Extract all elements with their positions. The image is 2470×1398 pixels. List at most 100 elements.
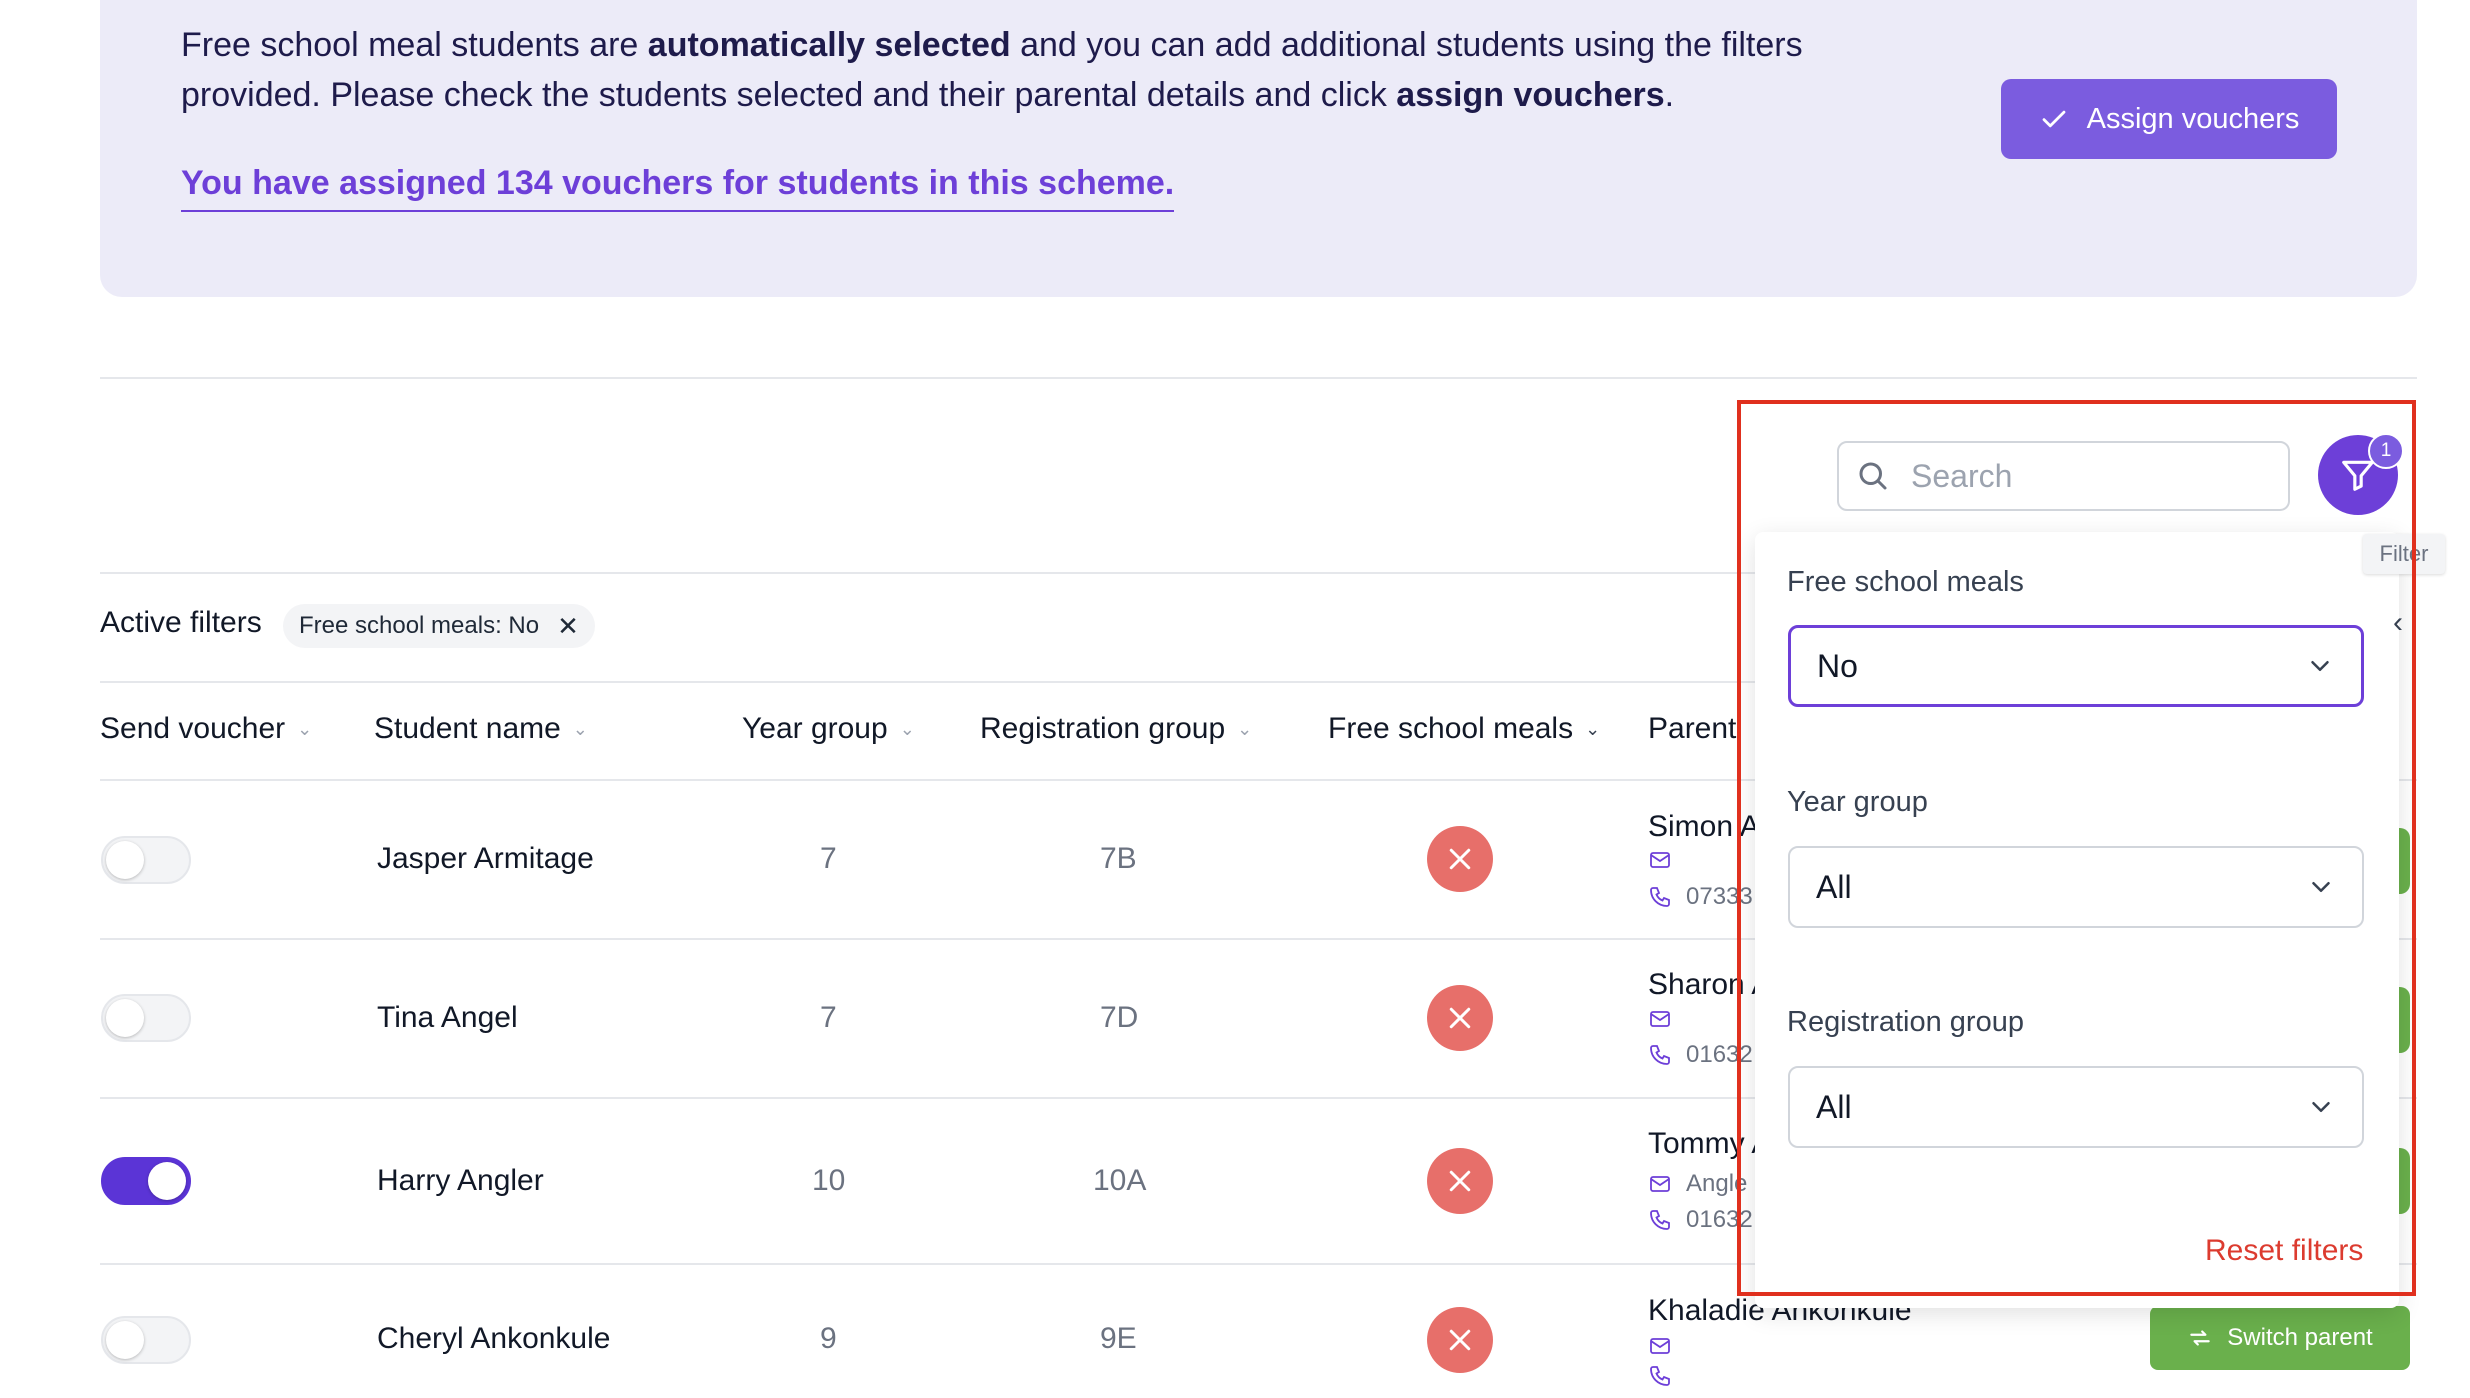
chevron-down-icon [2312,882,2330,892]
active-filter-chip: Free school meals: No ✕ [283,604,595,648]
year-group: 7 [820,1001,837,1034]
select-value: No [1817,647,1858,684]
chevron-down-icon [2312,1102,2330,1112]
col-free-school-meals[interactable]: Free school meals ⌄ [1328,712,1600,746]
parent-email[interactable] [1648,848,1686,872]
parent-email[interactable]: Angle [1648,1170,1747,1198]
chevron-down-icon: ⌄ [297,718,313,739]
chevron-down-icon [2311,661,2329,671]
switch-parent-button[interactable]: Switch parent [2150,1306,2410,1370]
col-label: Parent [1648,712,1737,745]
phone-icon [1650,1045,1670,1065]
toggle-knob [148,1162,186,1200]
col-send-voucher[interactable]: Send voucher ⌄ [100,712,312,746]
mail-icon [1650,852,1670,868]
registration-group: 7D [1100,1001,1139,1034]
parent-name: Sharon A [1648,968,1772,1001]
student-name: Harry Angler [377,1164,544,1197]
send-voucher-toggle[interactable] [101,1157,191,1205]
phone-icon [1650,1210,1670,1230]
toggle-knob [106,1321,144,1359]
close-icon [1449,1329,1471,1351]
close-icon[interactable]: ✕ [557,611,579,642]
filter-count-badge: 1 [2368,433,2404,469]
student-name: Tina Angel [377,1001,518,1034]
col-label: Year group [742,712,888,745]
chevron-down-icon: ⌄ [1585,718,1601,739]
parent-phone-text: 07333 [1686,883,1753,910]
parent-name: Tommy A [1648,1127,1772,1160]
chevron-down-icon: ⌄ [1237,718,1253,739]
parent-phone-text: 01632 [1686,1041,1753,1068]
close-icon [1449,1007,1471,1029]
registration-group: 9E [1100,1322,1137,1355]
switch-parent-label: Switch parent [2227,1324,2373,1351]
parent-email[interactable] [1648,1334,1686,1358]
parent-name: Simon A [1648,810,1760,843]
student-name: Cheryl Ankonkule [377,1322,611,1355]
col-student-name[interactable]: Student name ⌄ [374,712,588,746]
banner-instructions: Free school meal students are automatica… [181,20,1861,120]
filter-tooltip: Filter [2363,534,2445,574]
fsm-no-indicator [1427,985,1493,1051]
phone-icon [1650,887,1670,907]
parent-phone[interactable]: 01632 [1648,1206,1753,1234]
toggle-knob [106,999,144,1037]
registration-group: 10A [1093,1164,1147,1197]
swap-icon [2190,1330,2211,1346]
send-voucher-toggle[interactable] [101,994,191,1042]
col-label: Registration group [980,712,1226,745]
parent-phone[interactable]: 07333 [1648,883,1753,911]
parent-phone[interactable]: 01632 [1648,1041,1753,1069]
chevron-left-icon[interactable]: ‹ [2393,606,2403,640]
banner-bold-1: automatically selected [647,26,1011,64]
col-label: Send voucher [100,712,286,745]
parent-email[interactable] [1648,1007,1686,1031]
select-value: All [1816,868,1852,905]
search-field[interactable] [1837,441,2290,511]
col-parent[interactable]: Parent [1648,712,1736,746]
fsm-no-indicator [1427,1307,1493,1373]
year-group: 7 [820,842,837,875]
send-voucher-toggle[interactable] [101,836,191,884]
select-value: All [1816,1088,1852,1125]
mail-icon [1650,1011,1670,1027]
close-icon [1449,1170,1471,1192]
check-icon [2042,110,2065,128]
assign-vouchers-label: Assign vouchers [2086,102,2300,135]
student-name: Jasper Armitage [377,842,594,875]
reset-filters-link[interactable]: Reset filters [2205,1234,2363,1268]
chevron-down-icon: ⌄ [899,718,915,739]
col-registration-group[interactable]: Registration group ⌄ [980,712,1252,746]
registration-group: 7B [1100,842,1137,875]
fsm-no-indicator [1427,826,1493,892]
parent-phone-text: 01632 [1686,1206,1753,1233]
fsm-no-indicator [1427,1148,1493,1214]
mail-icon [1650,1338,1670,1354]
registration-group-select[interactable]: All [1788,1066,2364,1148]
close-icon [1449,848,1471,870]
year-group: 9 [820,1322,837,1355]
search-input[interactable] [1909,456,2273,496]
year-group-select[interactable]: All [1788,846,2364,928]
assigned-vouchers-link[interactable]: You have assigned 134 vouchers for stude… [181,158,1175,212]
assign-vouchers-button[interactable]: Assign vouchers [2001,79,2337,159]
search-icon [1859,462,1887,490]
filter-label-registration-group: Registration group [1787,1006,2024,1038]
divider [100,377,2417,379]
divider [100,572,1760,574]
mail-icon [1650,1176,1670,1192]
toggle-knob [106,841,144,879]
banner-bold-2: assign vouchers [1396,76,1665,114]
banner-text-1: Free school meal students are [181,26,648,64]
send-voucher-toggle[interactable] [101,1316,191,1364]
parent-phone[interactable] [1648,1364,1686,1388]
banner-text-3: . [1664,76,1675,114]
col-year-group[interactable]: Year group ⌄ [742,712,915,746]
chevron-down-icon: ⌄ [572,718,588,739]
filter-label-year-group: Year group [1787,786,1928,818]
phone-icon [1650,1366,1670,1386]
free-school-meals-select[interactable]: No [1788,625,2364,707]
active-filter-chip-label: Free school meals: No [299,612,540,639]
filter-label-free-school-meals: Free school meals [1787,566,2024,598]
